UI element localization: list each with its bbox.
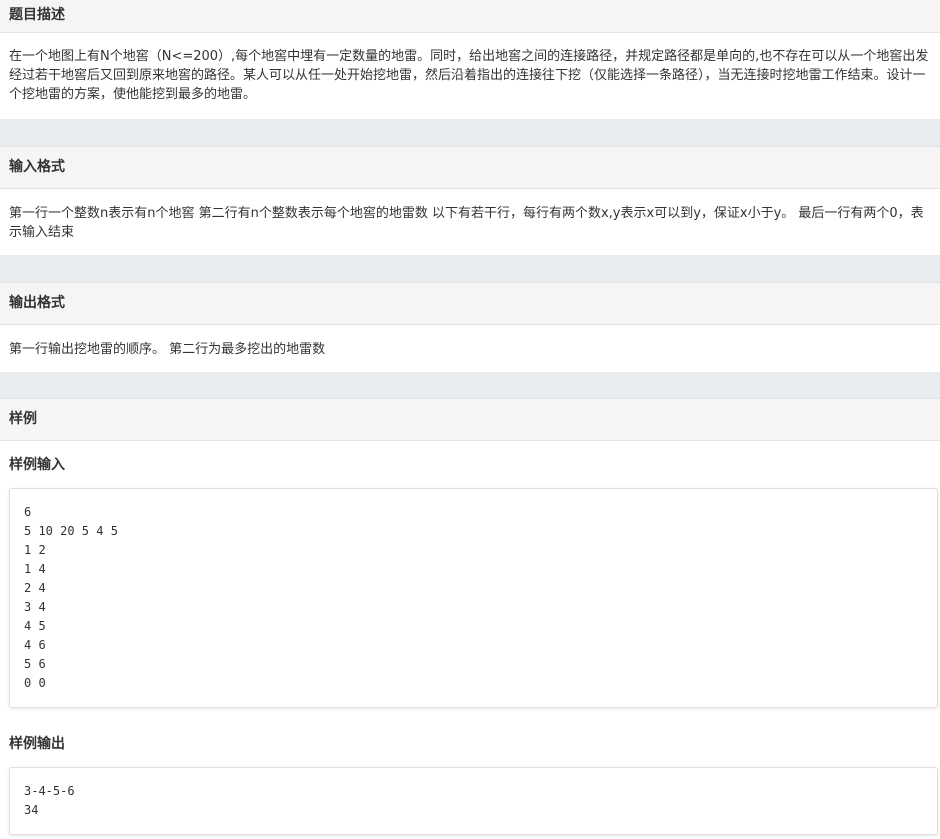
section-divider — [0, 255, 940, 282]
sample-output-box[interactable]: 3-4-5-6 34 — [9, 767, 938, 835]
output-format-body: 第一行输出挖地雷的顺序。 第二行为最多挖出的地雷数 — [0, 340, 940, 359]
sample-input-line: 4 5 — [24, 619, 46, 633]
sample-input-title: 样例输入 — [9, 457, 65, 473]
input-format-text: 第一行一个整数n表示有n个地窖 第二行有n个整数表示每个地窖的地雷数 以下有若干… — [9, 206, 924, 240]
sample-input-line: 3 4 — [24, 600, 46, 614]
sample-output-line: 34 — [24, 803, 39, 817]
section-divider — [0, 119, 940, 146]
input-format-title: 输入格式 — [9, 159, 65, 175]
sample-header: 样例 — [0, 398, 940, 441]
input-format-body: 第一行一个整数n表示有n个地窖 第二行有n个整数表示每个地窖的地雷数 以下有若干… — [0, 204, 940, 242]
input-format-header: 输入格式 — [0, 146, 940, 189]
sample-output-line: 3-4-5-6 — [24, 784, 75, 798]
output-format-title: 输出格式 — [9, 295, 65, 311]
sample-input-line: 5 6 — [24, 657, 46, 671]
description-body: 在一个地图上有N个地窖（N<=200）,每个地窖中埋有一定数量的地雷。同时，给出… — [0, 47, 940, 104]
sample-input-line: 4 6 — [24, 638, 46, 652]
output-format-header: 输出格式 — [0, 282, 940, 325]
description-header: 题目描述 — [0, 0, 940, 33]
sample-input-line: 6 — [24, 505, 32, 519]
sample-input-line: 2 4 — [24, 581, 46, 595]
sample-title: 样例 — [9, 411, 37, 427]
sample-input-line: 5 10 20 5 4 5 — [24, 524, 118, 538]
description-text: 在一个地图上有N个地窖（N<=200）,每个地窖中埋有一定数量的地雷。同时，给出… — [9, 49, 929, 102]
sample-input-line: 1 4 — [24, 562, 46, 576]
description-title: 题目描述 — [9, 7, 65, 23]
sample-input-line: 0 0 — [24, 676, 46, 690]
section-divider — [0, 372, 940, 398]
output-format-text: 第一行输出挖地雷的顺序。 第二行为最多挖出的地雷数 — [9, 342, 326, 357]
sample-input-box[interactable]: 6 5 10 20 5 4 5 1 2 1 4 2 4 3 4 4 5 4 6 … — [9, 488, 938, 708]
sample-input-line: 1 2 — [24, 543, 46, 557]
sample-output-title: 样例输出 — [9, 736, 65, 752]
